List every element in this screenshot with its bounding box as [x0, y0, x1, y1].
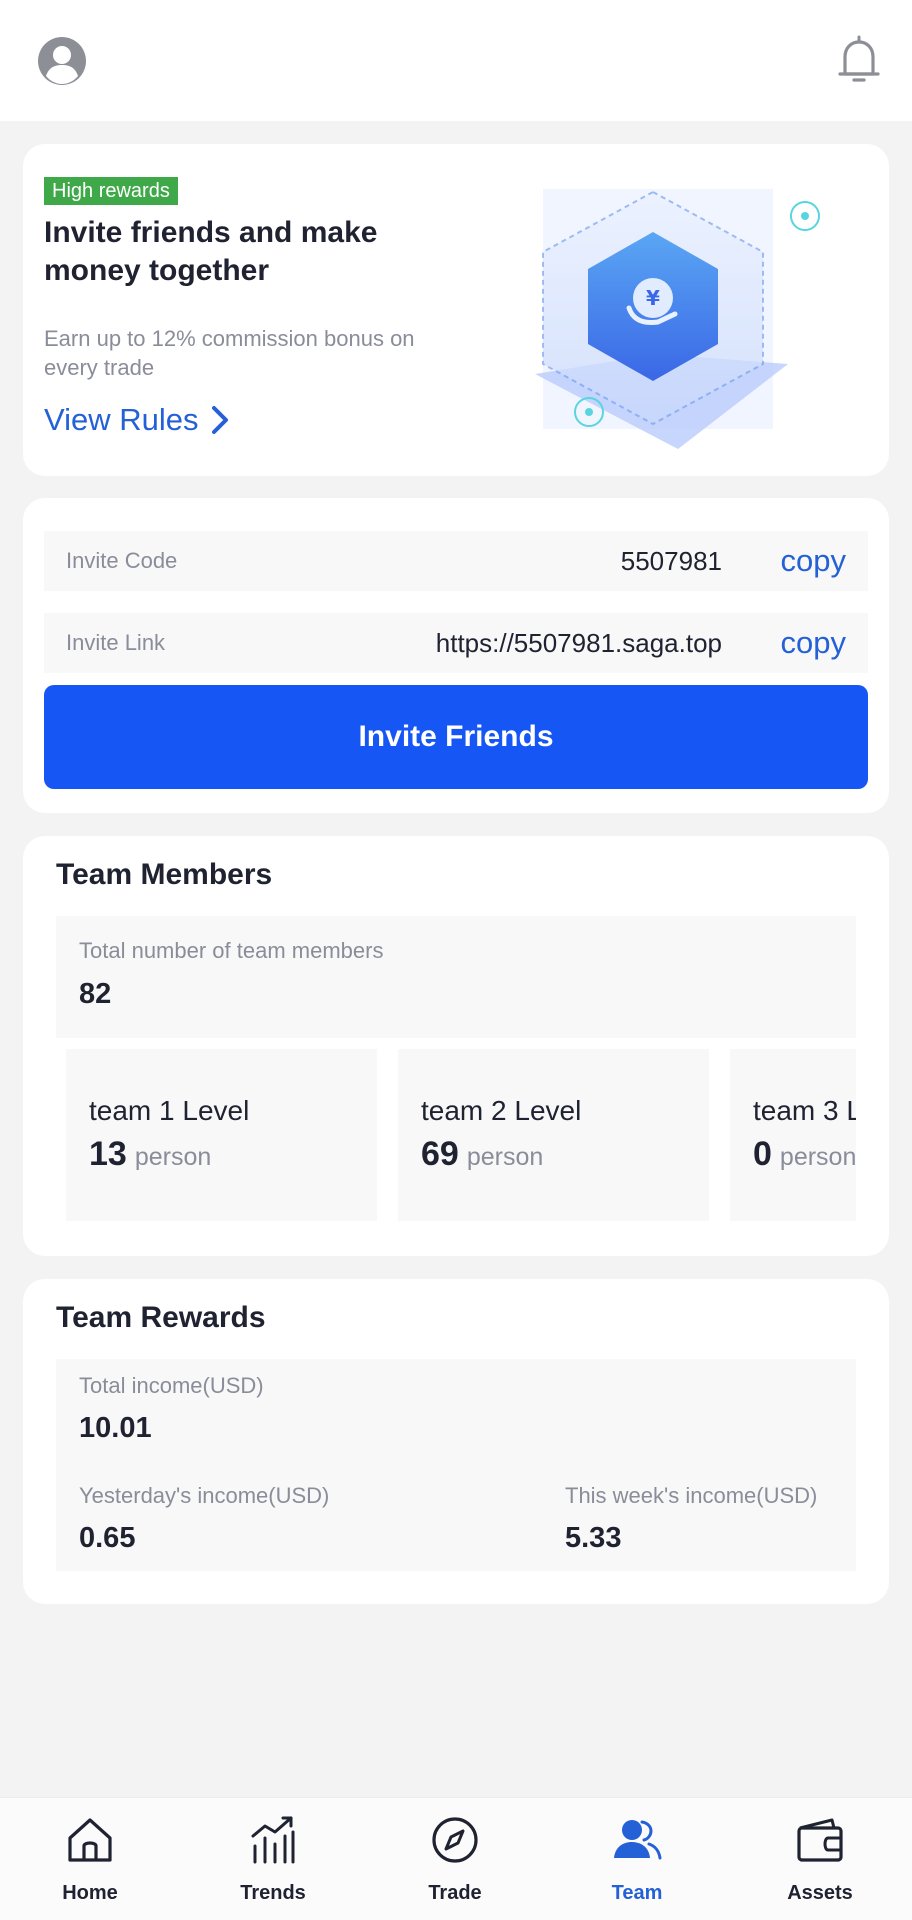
nav-trends[interactable]: Trends	[203, 1798, 343, 1920]
invite-code-label: Invite Code	[66, 548, 178, 573]
copy-code-button[interactable]: copy	[781, 531, 846, 591]
total-income-value: 10.01	[79, 1412, 152, 1444]
team-level-count: 69	[421, 1135, 459, 1173]
nav-home[interactable]: Home	[20, 1798, 160, 1920]
trends-icon	[251, 1816, 295, 1864]
team-level-name: team 1 Level	[89, 1095, 250, 1126]
bottom-nav: Home Trends Trade Team Assets	[0, 1797, 912, 1920]
total-members-label: Total number of team members	[79, 938, 384, 963]
invite-link-value: https://5507981.saga.top	[435, 628, 722, 658]
total-members-box: Total number of team members 82	[56, 916, 856, 1038]
team-levels-scroller[interactable]: team 1 Level 13 person team 2 Level 69 per…	[66, 1049, 856, 1221]
yesterday-income-value: 0.65	[79, 1522, 136, 1554]
nav-home-label: Home	[62, 1882, 118, 1904]
invite-friends-button[interactable]: Invite Friends	[44, 685, 868, 789]
team-icon	[614, 1820, 662, 1860]
team-members-title: Team Members	[56, 858, 273, 891]
wallet-icon	[797, 1818, 843, 1862]
svg-text:¥: ¥	[646, 286, 660, 310]
team-level-name: team 2 Level	[421, 1095, 582, 1126]
yesterday-income-label: Yesterday's income(USD)	[79, 1483, 330, 1508]
total-income-label: Total income(USD)	[79, 1373, 264, 1398]
home-icon	[68, 1818, 112, 1862]
nav-trends-label: Trends	[240, 1882, 306, 1904]
nav-assets[interactable]: Assets	[750, 1798, 890, 1920]
invite-card: Invite Code 5507981 copy Invite Link htt…	[23, 498, 889, 813]
total-members-value: 82	[79, 978, 112, 1010]
compass-icon	[432, 1817, 478, 1863]
team-rewards-title: Team Rewards	[56, 1301, 266, 1334]
team-level-unit: person	[134, 1143, 212, 1171]
team-members-card: Team Members Total number of team member…	[23, 836, 889, 1256]
team-level-card[interactable]: team 2 Level 69 person	[398, 1049, 709, 1221]
week-income-value: 5.33	[565, 1522, 622, 1554]
nav-team-label: Team	[611, 1882, 663, 1904]
team-level-card[interactable]: team 1 Level 13 person	[66, 1049, 377, 1221]
invite-code-value: 5507981	[620, 546, 722, 576]
nav-team[interactable]: Team	[567, 1798, 707, 1920]
team-level-unit: person	[466, 1143, 544, 1171]
banner-title: Invite friends and make money together	[44, 216, 378, 287]
team-level-count: 0	[753, 1135, 772, 1173]
view-rules-link[interactable]: View Rules	[44, 402, 229, 438]
team-level-name: team 3 Level	[753, 1095, 856, 1126]
bell-icon[interactable]	[836, 34, 882, 86]
invite-link-row: Invite Link https://5507981.saga.top cop…	[44, 613, 868, 673]
invite-banner-card: High rewards Invite friends and make mon…	[23, 144, 889, 476]
invite-code-row: Invite Code 5507981 copy	[44, 531, 868, 591]
view-rules-label: View Rules	[44, 402, 199, 437]
team-level-card[interactable]: team 3 Level 0person	[730, 1049, 856, 1221]
team-level-count: 13	[89, 1135, 127, 1173]
coin-hexagon-illustration: ¥	[535, 189, 820, 449]
high-rewards-badge: High rewards	[44, 177, 178, 205]
week-income-label: This week's income(USD)	[565, 1483, 818, 1508]
banner-description: Earn up to 12% commission bonus on every…	[44, 326, 415, 380]
chevron-right-icon	[211, 406, 228, 434]
rewards-box: Total income(USD) 10.01 Yesterday's inco…	[56, 1359, 856, 1571]
user-avatar-icon[interactable]	[37, 36, 87, 86]
team-rewards-card: Team Rewards Total income(USD) 10.01 Yes…	[23, 1279, 889, 1604]
invite-link-label: Invite Link	[66, 630, 166, 655]
copy-link-button[interactable]: copy	[781, 613, 846, 673]
nav-assets-label: Assets	[787, 1882, 853, 1904]
nav-trade-label: Trade	[428, 1882, 482, 1904]
nav-trade[interactable]: Trade	[385, 1798, 525, 1920]
top-bar	[0, 0, 912, 121]
team-level-unit: person	[779, 1143, 856, 1171]
